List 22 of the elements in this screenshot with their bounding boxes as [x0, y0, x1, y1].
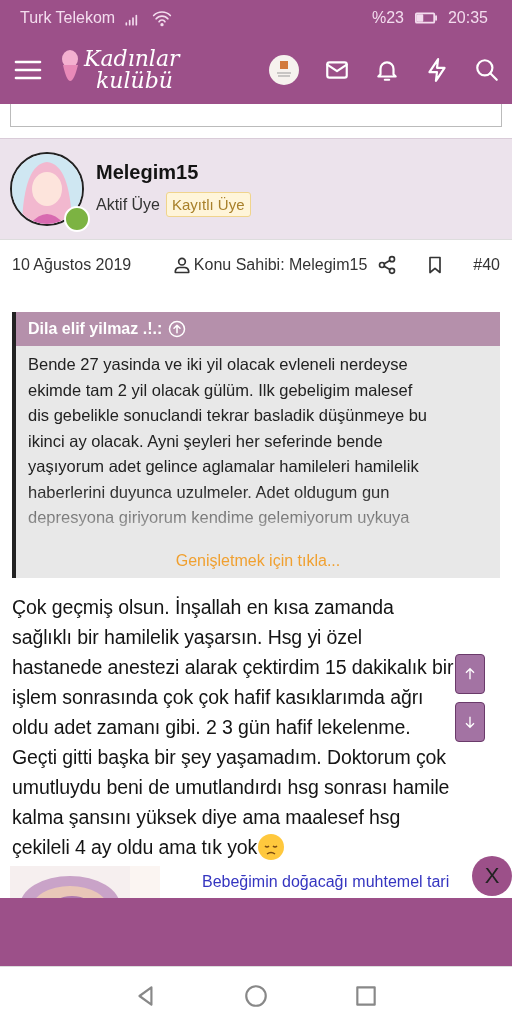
user-badge: Kayıtlı Üye	[166, 192, 251, 217]
ad-title[interactable]: Bebeğimin doğacağı muhtemel tari	[202, 873, 450, 891]
arrow-up-circle-icon	[168, 320, 187, 338]
thread-owner: Konu Sahibi: Melegim15	[193, 256, 368, 274]
post-number-link[interactable]: #40	[473, 256, 500, 274]
search-icon[interactable]	[474, 57, 500, 83]
battery-level: %23	[371, 9, 404, 27]
site-logo[interactable]: Kadınlar kulübü	[58, 47, 180, 93]
post-text: çekileli 4 ay oldu ama tık yok	[12, 835, 258, 860]
share-icon[interactable]	[377, 255, 398, 275]
wifi-icon	[151, 8, 174, 28]
carrier-name: Turk Telekom	[20, 9, 116, 27]
post-date[interactable]: 10 Ağustos 2019	[12, 256, 132, 274]
scroll-up-button[interactable]	[455, 654, 485, 694]
quote-text: Bende 27 yasinda ve iki yil olacak evleneli nerdeyse ekimde tam 2 yil olacak gülüm. Ilk gebeligim malesef dis gebelikle sonuclandi tekrar basladik düşünmeye bu ikinci ay olacak. Ayni şeyleri her seferinde bende yaşıyorum adet gelince aglamalar hamileleri hamilelik haberlerini duyunca uzulmeler. Adet oldugum gun depresyona giriyorum kendime gelemiyorum uykuya	[27, 354, 428, 528]
site-badge-icon[interactable]	[268, 54, 300, 86]
scroll-down-button[interactable]	[455, 702, 485, 742]
username[interactable]: Melegim15	[96, 161, 251, 184]
home-icon[interactable]	[243, 982, 269, 1009]
user-role: Aktif Üye	[96, 195, 160, 214]
clock-time: 20:35	[447, 9, 488, 27]
sad-face-icon	[257, 833, 286, 861]
